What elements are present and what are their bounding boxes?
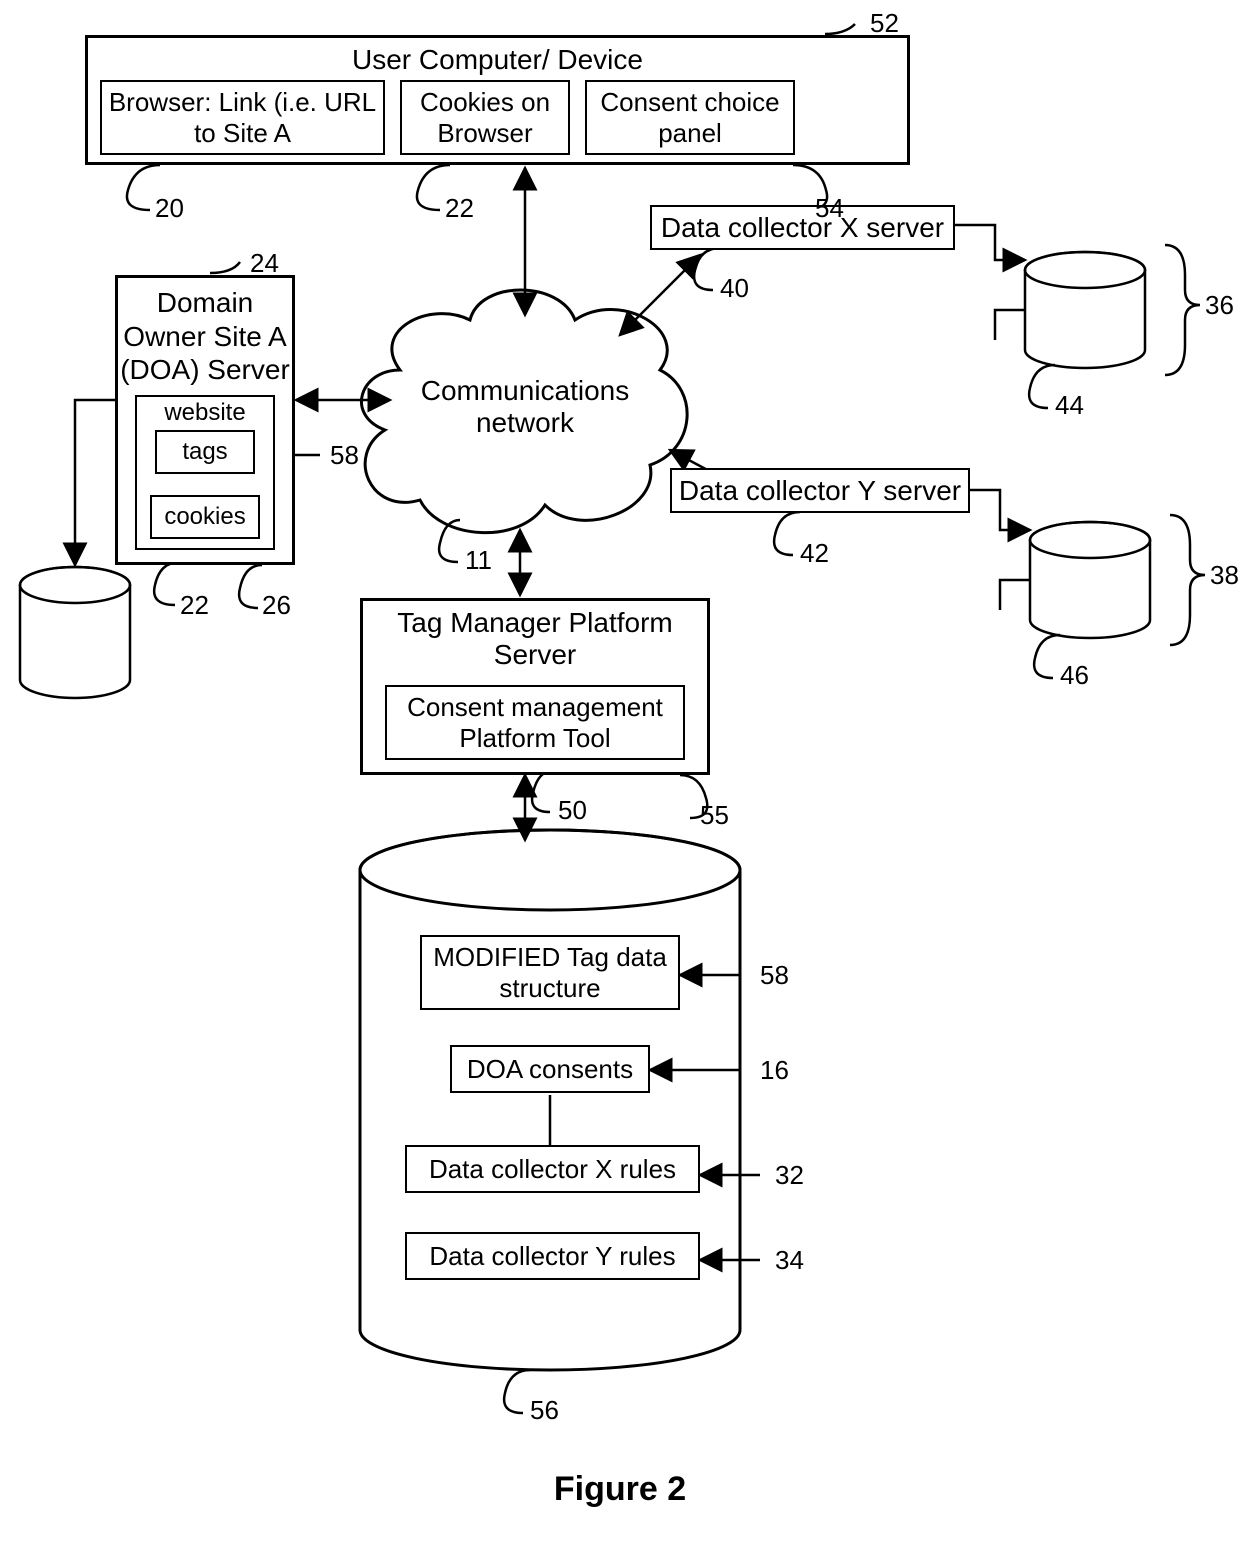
dcx-server-box: Data collector X server [650, 205, 955, 250]
dcy-server-box: Data collector Y server [670, 468, 970, 513]
ref-16: 16 [760, 1055, 789, 1086]
modified-tag-label: MODIFIED Tag data structure [422, 942, 678, 1004]
consent-panel-box: Consent choice panel [585, 80, 795, 155]
cloud-label: Communications network [420, 375, 630, 439]
tmp-title: Tag Manager Platform Server [363, 607, 707, 671]
ref-22a: 22 [445, 193, 474, 224]
doa-title: Domain Owner Site A (DOA) Server [118, 286, 292, 387]
ref-22b: 22 [180, 590, 209, 621]
ref-40: 40 [720, 273, 749, 304]
consent-panel-label: Consent choice panel [587, 87, 793, 149]
ref-20: 20 [155, 193, 184, 224]
doa-consents-box: DOA consents [450, 1045, 650, 1093]
ref-38: 38 [1210, 560, 1239, 591]
user-device-title: User Computer/ Device [88, 44, 907, 76]
ref-34: 34 [775, 1245, 804, 1276]
ref-58b: 58 [760, 960, 789, 991]
ref-54: 54 [815, 193, 844, 224]
cookies-label: cookies [164, 503, 245, 531]
ref-32: 32 [775, 1160, 804, 1191]
ref-46: 46 [1060, 660, 1089, 691]
dcx-rules-label: Data collector X rules [429, 1154, 676, 1185]
modified-tag-box: MODIFIED Tag data structure [420, 935, 680, 1010]
diagram-stage: User Computer/ Device Browser: Link (i.e… [0, 0, 1240, 1557]
ref-56: 56 [530, 1395, 559, 1426]
tmp-tool-box: Consent management Platform Tool [385, 685, 685, 760]
ref-26: 26 [262, 590, 291, 621]
tags-box: tags [155, 430, 255, 474]
connectors-layer [0, 0, 1240, 1557]
cookies-browser-label: Cookies on Browser [402, 87, 568, 149]
dcy-rules-box: Data collector Y rules [405, 1232, 700, 1280]
dcy-rules-label: Data collector Y rules [429, 1241, 675, 1272]
dcx-rules-box: Data collector X rules [405, 1145, 700, 1193]
figure-title: Figure 2 [0, 1470, 1240, 1509]
ref-11: 11 [465, 545, 492, 576]
ref-55: 55 [700, 800, 729, 831]
ref-42: 42 [800, 538, 829, 569]
browser-link-box: Browser: Link (i.e. URL to Site A [100, 80, 385, 155]
browser-link-label: Browser: Link (i.e. URL to Site A [102, 87, 383, 149]
ref-58a: 58 [330, 440, 359, 471]
ref-52: 52 [870, 8, 899, 39]
dcy-label: Data collector Y server [679, 475, 961, 507]
cookies-box: cookies [150, 495, 260, 539]
ref-36: 36 [1205, 290, 1234, 321]
doa-consents-label: DOA consents [467, 1054, 633, 1085]
tmp-tool-label: Consent management Platform Tool [387, 692, 683, 754]
cookies-browser-box: Cookies on Browser [400, 80, 570, 155]
dcx-label: Data collector X server [661, 212, 944, 244]
ref-50: 50 [558, 795, 587, 826]
tags-label: tags [182, 438, 227, 466]
website-label: website [137, 399, 273, 427]
ref-24: 24 [250, 248, 279, 279]
ref-44: 44 [1055, 390, 1084, 421]
